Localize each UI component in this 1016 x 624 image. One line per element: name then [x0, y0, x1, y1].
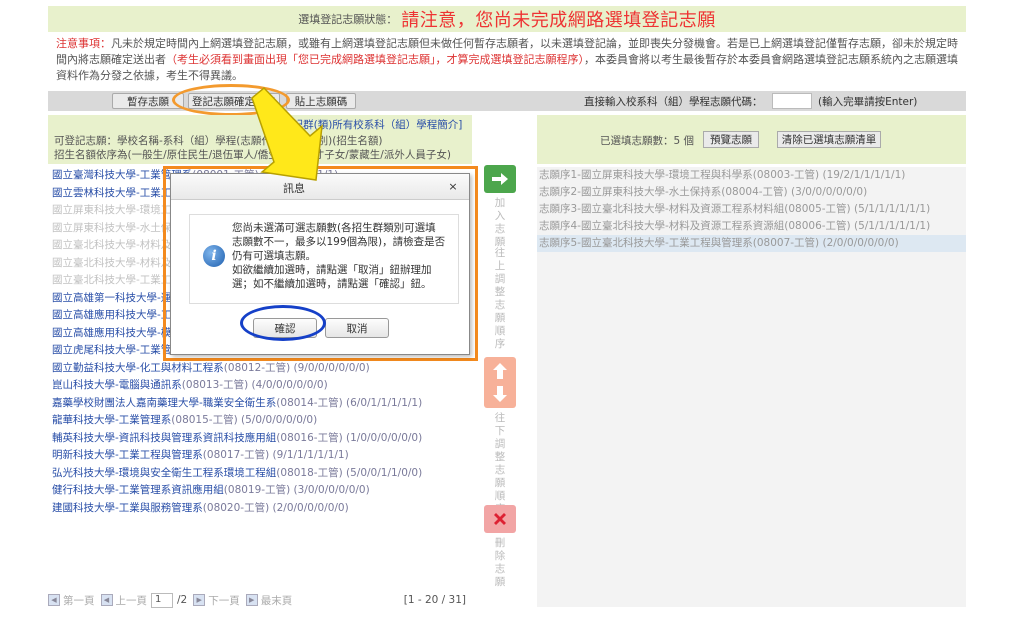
school-name: 健行科技大學-工業管理系資訊應用組: [52, 484, 224, 496]
dialog-body: i 您尚未選滿可選志願數(各招生群類別可選填 志願數不一，最多以199個為限)，請…: [189, 214, 459, 304]
dialog-message-line: 志願數不一，最多以199個為限)，請檢查是否: [232, 236, 446, 248]
message-dialog: 訊息 × i 您尚未選滿可選志願數(各招生群類別可選填 志願數不一，最多以199個…: [170, 173, 470, 355]
school-name: 建國科技大學-工業與服務管理系: [52, 501, 203, 514]
school-code: (08015-工管) (5/0/0/0/0/0/0): [171, 414, 318, 426]
clear-choices-button[interactable]: 清除已選填志願清單: [777, 131, 881, 148]
school-code: (08016-工管) (1/0/0/0/0/0/0): [276, 431, 423, 444]
add-choice-label: 加入志願: [494, 197, 506, 248]
dialog-message-line: 如欲繼續加選時，請點選「取消」鈕辦理加: [232, 264, 432, 276]
notice-text: 注意事項：凡未於規定時間內上網選填登記志願，或雖有上網選填登記志願但未做任何暫存…: [56, 36, 966, 84]
dialog-message-line: 仍有可選填志願。: [232, 250, 316, 262]
first-page-link[interactable]: 第一頁: [63, 593, 95, 608]
program-intro-link[interactable]: [登記群(類)所有校系科（組）學程簡介]: [278, 117, 462, 132]
school-code: (08018-工管) (5/0/0/1/1/0/0): [276, 466, 423, 479]
selected-list-item[interactable]: 志願序3-國立臺北科技大學-材料及資源工程系材料組(08005-工管) (5/1…: [537, 201, 966, 218]
page-root: 選填登記志願狀態： 請注意，您尚未完成網路選填登記志願 注意事項：凡未於規定時間…: [0, 0, 1016, 624]
move-up-control: 往上調整志願順序: [483, 247, 517, 385]
school-name: 明新科技大學-工業工程與管理系: [52, 449, 203, 461]
school-code: (08019-工管) (3/0/0/0/0/0/0): [223, 484, 370, 496]
school-list-item[interactable]: 明新科技大學-工業工程與管理系(08017-工管) (9/1/1/1/1/1/1…: [52, 447, 472, 465]
dialog-cancel-button[interactable]: 取消: [325, 318, 389, 338]
school-code: (08014-工管) (6/0/1/1/1/1/1): [276, 396, 423, 409]
move-up-label: 往上調整志願順序: [494, 247, 506, 350]
notice-label: 注意事項：: [56, 37, 111, 50]
status-bar: 選填登記志願狀態： 請注意，您尚未完成網路選填登記志願: [48, 6, 966, 32]
school-list-item[interactable]: 龍華科技大學-工業管理系(08015-工管) (5/0/0/0/0/0/0): [52, 412, 472, 430]
school-list-item[interactable]: 崑山科技大學-電腦與通訊系(08013-工管) (4/0/0/0/0/0/0): [52, 377, 472, 395]
school-name: 輔英科技大學-資訊科技與管理系資訊科技應用組: [52, 431, 277, 444]
quota-caption: 招生名額依序為(一般生/原住民生/退伍軍人/僑生/境外人才子女/蒙藏生/派外人員…: [54, 149, 451, 161]
preview-choices-button[interactable]: 預覽志願: [703, 131, 759, 148]
paste-code-button[interactable]: 貼上志願碼: [286, 93, 356, 109]
delete-choice-control: 刪除志願: [483, 505, 517, 589]
school-list-item[interactable]: 健行科技大學-工業管理系資訊應用組(08019-工管) (3/0/0/0/0/0…: [52, 482, 472, 500]
status-warning: 請注意，您尚未完成網路選填登記志願: [401, 10, 716, 31]
delete-choice-button[interactable]: [484, 505, 516, 533]
arrow-right-icon: [492, 173, 508, 185]
prev-page-link[interactable]: 上一頁: [116, 593, 148, 608]
dialog-message-line: 選；如不繼續加選時，請點選「確認」鈕。: [232, 278, 432, 290]
add-choice-button[interactable]: [484, 165, 516, 193]
school-name: 崑山科技大學-電腦與通訊系: [52, 379, 182, 391]
next-page-link[interactable]: 下一頁: [208, 593, 240, 608]
direct-code-label: 直接輸入校系科（組）學程志願代碼：: [584, 96, 763, 108]
delete-choice-label: 刪除志願: [494, 537, 506, 588]
selected-count: 已選填志願數：5 個: [600, 135, 695, 147]
next-page-icon[interactable]: ▶: [193, 594, 206, 606]
move-down-label: 往下調整志願順序: [494, 412, 506, 515]
page-range: [1 - 20 / 31]: [403, 594, 466, 606]
selected-list-item[interactable]: 志願序4-國立臺北科技大學-材料及資源工程系資源組(08006-工管) (5/1…: [537, 218, 966, 235]
enter-hint: (輸入完畢請按Enter): [818, 96, 918, 108]
arrow-down-icon: [493, 386, 507, 402]
school-code: (08013-工管) (4/0/0/0/0/0/0): [181, 379, 328, 391]
school-code: (08020-工管) (2/0/0/0/0/0/0): [202, 501, 349, 514]
last-page-link[interactable]: 最末頁: [261, 593, 293, 608]
info-icon: i: [203, 245, 225, 267]
school-name: 龍華科技大學-工業管理系: [52, 414, 172, 426]
page-total: /2: [177, 594, 188, 606]
save-draft-button[interactable]: 暫存志願: [112, 93, 184, 109]
prev-page-icon[interactable]: ◀: [100, 594, 113, 606]
page-input[interactable]: 1: [151, 592, 173, 608]
selected-list-item[interactable]: 志願序1-國立屏東科技大學-環境工程與科學系(08003-工管) (19/2/1…: [537, 167, 966, 184]
selected-list-item[interactable]: 志願序2-國立屏東科技大學-水土保持系(08004-工管) (3/0/0/0/0…: [537, 184, 966, 201]
close-icon[interactable]: ×: [445, 180, 461, 194]
selected-list[interactable]: 志願序1-國立屏東科技大學-環境工程與科學系(08003-工管) (19/2/1…: [537, 167, 966, 607]
school-code: (08012-工管) (9/0/0/0/0/0/0): [223, 361, 370, 374]
selected-header: 已選填志願數：5 個 預覽志願 清除已選填志願清單: [537, 115, 966, 164]
add-choice-control: 加入志願: [483, 165, 517, 249]
school-list-item[interactable]: 輔英科技大學-資訊科技與管理系資訊科技應用組(08016-工管) (1/0/0/…: [52, 430, 472, 448]
selected-list-item[interactable]: 志願序5-國立臺北科技大學-工業工程與管理系(08007-工管) (2/0/0/…: [537, 235, 966, 252]
dialog-titlebar: 訊息 ×: [171, 174, 469, 200]
dialog-ok-button[interactable]: 確認: [253, 318, 317, 338]
move-down-control: 往下調整志願順序: [483, 380, 517, 516]
notice-emphasis: （考生必須看到畫面出現「您已完成網路選填登記志願」，才算完成選填登記志願程序）: [166, 53, 584, 66]
delete-x-icon: [494, 513, 506, 525]
available-caption: 可登記志願：學校名稱-系科（組）學程(志願代碼-招生類別)(招生名額): [54, 135, 383, 147]
pager: ◀ 第一頁 ◀ 上一頁 1 /2 ▶ 下一頁 ▶ 最末頁 [1 - 20 / 3…: [48, 590, 472, 610]
school-name: 弘光科技大學-環境與安全衛生工程系環境工程組: [52, 466, 277, 479]
first-page-icon[interactable]: ◀: [48, 594, 60, 606]
dialog-title: 訊息: [283, 182, 305, 195]
school-name: 國立勤益科技大學-化工與材料工程系: [52, 361, 224, 374]
move-down-button[interactable]: [484, 380, 516, 408]
confirm-submit-button[interactable]: 登記志願確定送出: [188, 93, 280, 109]
school-name: 嘉藥學校財團法人嘉南藥理大學-職業安全衛生系: [52, 396, 277, 409]
school-list-item[interactable]: 嘉藥學校財團法人嘉南藥理大學-職業安全衛生系(08014-工管) (6/0/1/…: [52, 395, 472, 413]
dialog-message: 您尚未選滿可選志願數(各招生群類別可選填 志願數不一，最多以199個為限)，請檢查…: [232, 221, 452, 291]
toolbar: 暫存志願 登記志願確定送出 貼上志願碼 直接輸入校系科（組）學程志願代碼： (輸…: [48, 91, 966, 111]
available-header: [登記群(類)所有校系科（組）學程簡介] 可登記志願：學校名稱-系科（組）學程(…: [48, 115, 472, 164]
school-code: (08017-工管) (9/1/1/1/1/1/1): [202, 449, 349, 461]
school-list-item[interactable]: 國立勤益科技大學-化工與材料工程系(08012-工管) (9/0/0/0/0/0…: [52, 360, 472, 378]
school-list-item[interactable]: 弘光科技大學-環境與安全衛生工程系環境工程組(08018-工管) (5/0/0/…: [52, 465, 472, 483]
direct-code-input[interactable]: [772, 93, 812, 109]
last-page-icon[interactable]: ▶: [245, 594, 258, 606]
arrow-up-icon: [493, 363, 507, 379]
status-label: 選填登記志願狀態：: [298, 13, 398, 26]
dialog-message-line: 您尚未選滿可選志願數(各招生群類別可選填: [232, 222, 436, 234]
school-list-item[interactable]: 建國科技大學-工業與服務管理系(08020-工管) (2/0/0/0/0/0/0…: [52, 500, 472, 518]
